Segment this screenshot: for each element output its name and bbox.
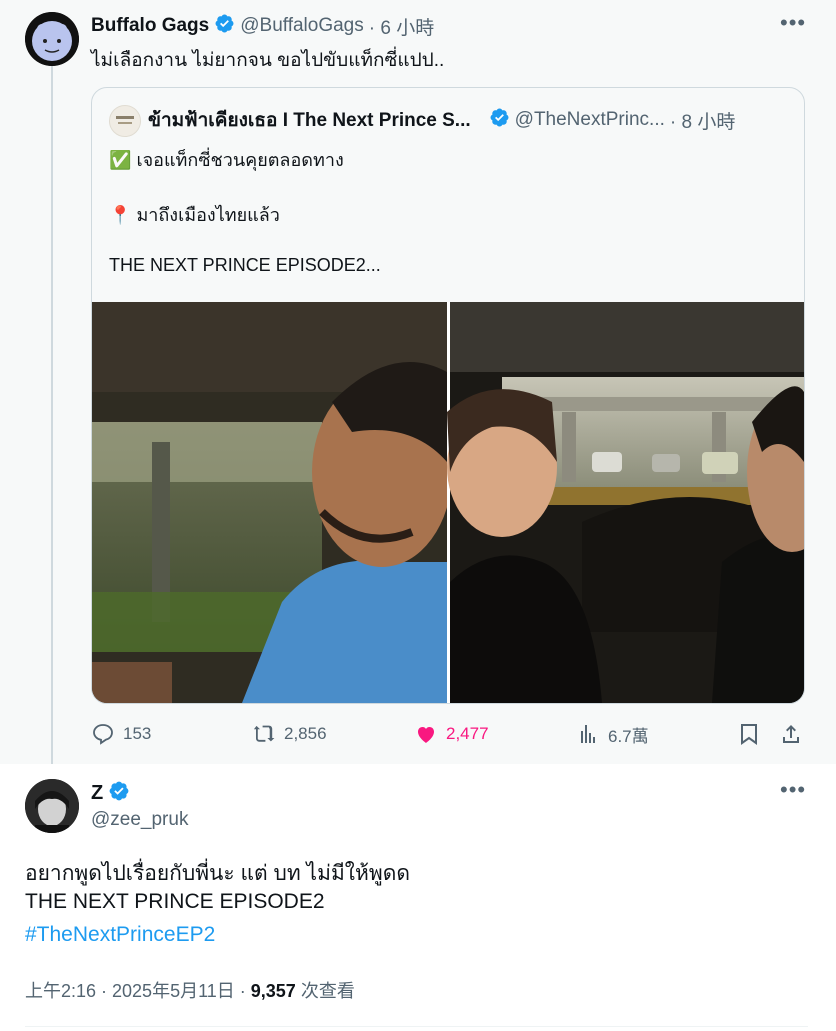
quoted-tweet-time: · 8 小時 [669, 111, 736, 133]
verified-badge-icon [108, 780, 130, 807]
bookmark-icon [741, 724, 757, 745]
quoted-tweet-header: ข้ามฟ้าเคียงเธอ I The Next Prince S... @… [148, 106, 735, 134]
tweet-time[interactable]: · 6 小時 [369, 13, 434, 40]
analytics-bar-icon [581, 725, 595, 743]
reply-button[interactable]: 153 [91, 718, 151, 750]
tweet-timestamp[interactable]: 上午2:16 · 2025年5月11日 · [25, 981, 251, 1001]
parent-tweet-header: Buffalo Gags @BuffaloGags · 6 小時 [91, 12, 434, 40]
buffalo-gags-avatar[interactable] [25, 12, 79, 66]
author-name[interactable]: Z [91, 782, 103, 805]
main-tweet-text-line-2: THE NEXT PRINCE EPISODE2 [25, 890, 325, 913]
author-handle[interactable]: @zee_pruk [91, 809, 188, 831]
main-tweet-header: Z [91, 780, 130, 806]
share-button[interactable] [779, 718, 803, 750]
retweet-button[interactable]: 2,856 [252, 718, 327, 750]
author-handle[interactable]: @BuffaloGags [240, 15, 364, 37]
author-name[interactable]: Buffalo Gags [91, 15, 209, 37]
more-options-icon[interactable]: ••• [780, 10, 806, 36]
retweet-icon [253, 725, 275, 742]
quoted-media[interactable] [92, 302, 804, 703]
quoted-author-name: ข้ามฟ้าเคียงเธอ I The Next Prince S... [148, 110, 471, 131]
reply-icon [93, 724, 113, 745]
view-count: 6.7萬 [608, 726, 649, 746]
quoted-text-line-1: ✅ เจอแท็กซี่ชวนคุยตลอดทาง [109, 150, 344, 170]
bookmark-button[interactable] [737, 718, 761, 750]
quoted-tweet[interactable]: ข้ามฟ้าเคียงเธอ I The Next Prince S... @… [91, 87, 805, 704]
hashtag-link[interactable]: #TheNextPrinceEP2 [25, 923, 215, 947]
pin-icon: 📍 [109, 205, 132, 225]
verified-badge-icon [489, 107, 510, 133]
verified-badge-icon [214, 13, 235, 39]
check-mark-icon: ✅ [109, 150, 132, 170]
share-icon [783, 725, 799, 743]
thread-connector-line [51, 66, 53, 764]
media-image-car-passengers[interactable] [447, 302, 804, 703]
divider [25, 1026, 808, 1027]
media-image-taxi-driver[interactable] [92, 302, 452, 703]
reply-count: 153 [123, 724, 152, 743]
retweet-count: 2,856 [284, 724, 327, 743]
tweet-metadata: 上午2:16 · 2025年5月11日 · 9,357 次查看 [25, 977, 355, 1003]
views-label: 次查看 [295, 981, 355, 1001]
like-button[interactable]: 2,477 [414, 718, 489, 750]
quoted-author-avatar [109, 105, 141, 137]
like-count: 2,477 [446, 724, 489, 743]
heart-filled-icon [418, 727, 434, 743]
zee-pruk-avatar[interactable] [25, 779, 79, 833]
quoted-author-handle: @TheNextPrinc... [514, 109, 665, 130]
quoted-text-line-2: 📍 มาถึงเมืองไทยแล้ว [109, 205, 280, 225]
more-options-icon[interactable]: ••• [780, 777, 806, 803]
parent-tweet-text: ไม่เลือกงาน ไม่ยากจน ขอไปขับแท็กซี่แปป.. [91, 50, 445, 71]
view-count: 9,357 [250, 981, 296, 1001]
quoted-text-line-3: THE NEXT PRINCE EPISODE2... [109, 255, 381, 275]
views-button[interactable]: 6.7萬 [576, 718, 649, 750]
main-tweet-text-line-1: อยากพูดไปเรื่อยกับพี่นะ แต่ บท ไม่มีให้พ… [25, 862, 411, 885]
